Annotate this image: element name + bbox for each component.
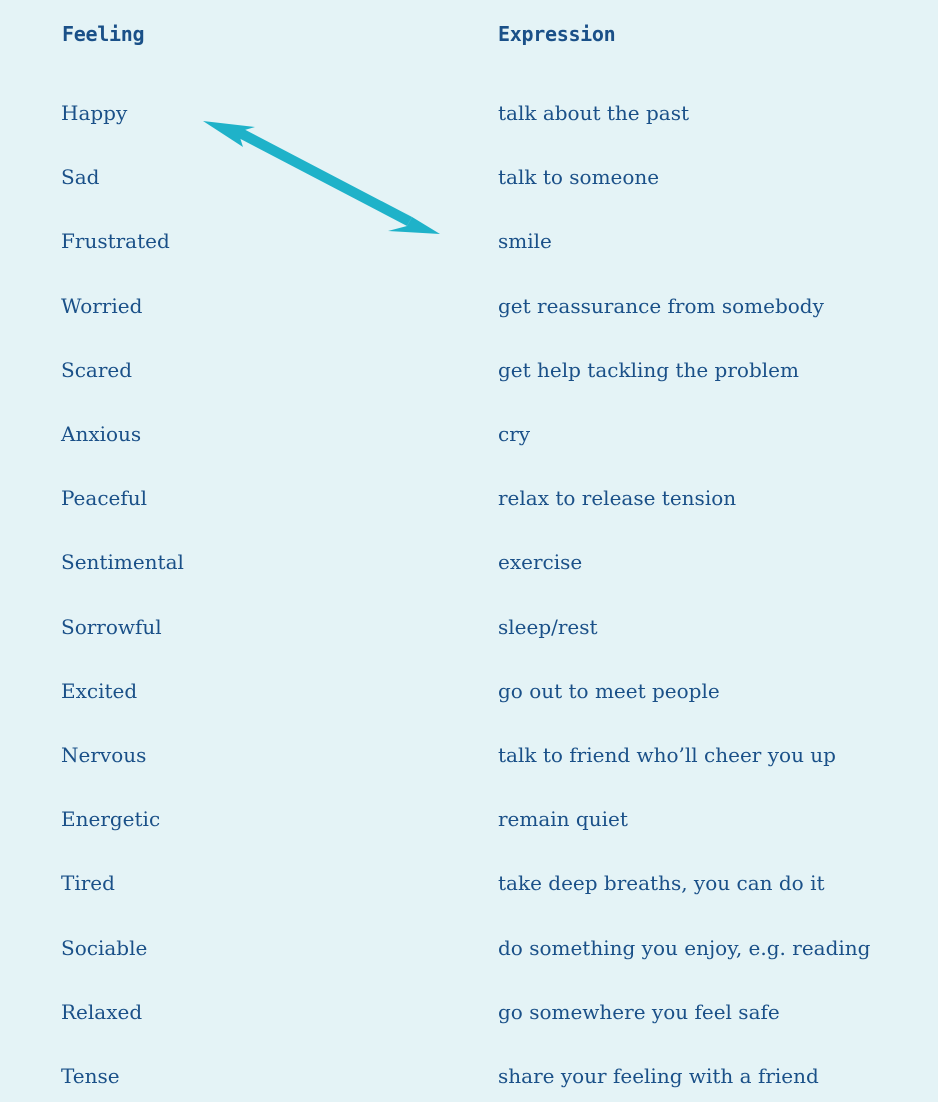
feeling-item: Relaxed [61,999,143,1024]
expression-item: smile [498,229,552,254]
expression-item: share your feeling with a friend [498,1064,819,1088]
feeling-item: Tense [61,1064,120,1088]
feeling-item: Tired [61,871,115,896]
expression-item: get reassurance from somebody [498,293,824,318]
feeling-item: Nervous [61,743,147,767]
feeling-item: Happy [61,101,128,125]
expression-item: do something you enjoy, e.g. reading [498,935,871,960]
expression-item: relax to release tension [498,486,737,511]
expression-item: sleep/rest [498,614,598,639]
feeling-item: Anxious [61,422,142,446]
feeling-item: Sociable [61,935,148,960]
feeling-column-header: Feeling [62,22,145,46]
expression-item: talk about the past [498,101,690,125]
feeling-item: Energetic [61,807,161,832]
feeling-item: Frustrated [61,229,170,254]
feeling-item: Sentimental [61,550,184,575]
expression-item: go out to meet people [498,678,720,703]
arrow-shaft [231,125,412,226]
expression-item: talk to friend who’ll cheer you up [498,743,836,767]
expression-item: cry [498,422,531,446]
expression-item: get help tackling the problem [498,357,799,382]
feeling-item: Sad [61,165,100,190]
feeling-item: Excited [61,678,138,703]
expression-item: talk to someone [498,165,660,190]
expression-item: remain quiet [498,807,628,832]
expression-item: take deep breaths, you can do it [498,871,825,896]
expression-item: go somewhere you feel safe [498,999,780,1024]
matching-panel: Feeling Expression Happy Sad Frustrated Wor… [0,0,938,1102]
feeling-item: Peaceful [61,486,148,511]
double-headed-arrow-icon [203,121,440,234]
expression-item: exercise [498,550,583,575]
feeling-item: Sorrowful [61,614,162,639]
feeling-item: Worried [61,293,143,318]
feeling-item: Scared [61,357,133,382]
expression-column-header: Expression [498,22,616,46]
